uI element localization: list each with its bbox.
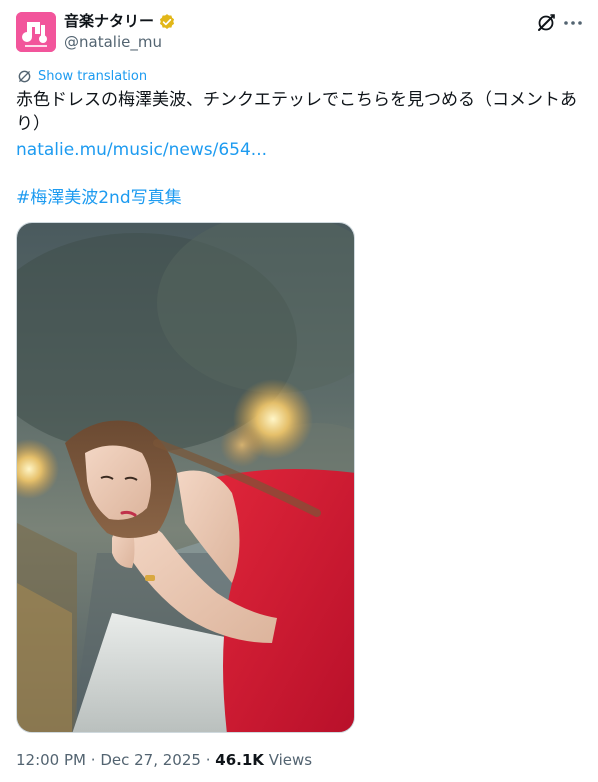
- more-options-icon[interactable]: [562, 12, 584, 34]
- hashtag-link[interactable]: #梅澤美波2nd写真集: [16, 186, 182, 210]
- tweet-link[interactable]: natalie.mu/music/news/654...: [16, 138, 267, 162]
- views-label: Views: [268, 751, 313, 769]
- avatar[interactable]: [16, 12, 56, 52]
- tweet-time[interactable]: 12:00 PM: [16, 751, 86, 769]
- photo-image: [17, 223, 354, 732]
- verified-badge-icon: [158, 13, 176, 31]
- display-name[interactable]: 音楽ナタリー: [64, 12, 154, 31]
- tweet-text: 赤色ドレスの梅澤美波、チンクエテッレでこちらを見つめる（コメントあり）: [16, 90, 577, 134]
- natalie-logo-icon: [16, 12, 56, 52]
- tweet-card: 音楽ナタリー @natalie_mu Show translation 赤色ドレ…: [0, 0, 598, 782]
- meta-separator-1: ·: [90, 751, 96, 769]
- translate-icon: [18, 70, 31, 83]
- grok-icon[interactable]: [535, 12, 557, 34]
- show-translation-label: Show translation: [38, 69, 148, 84]
- tweet-meta: 12:00 PM · Dec 27, 2025 · 46.1K Views: [16, 750, 312, 770]
- user-handle[interactable]: @natalie_mu: [64, 33, 162, 52]
- show-translation-button[interactable]: Show translation: [17, 69, 147, 84]
- tweet-date[interactable]: Dec 27, 2025: [100, 751, 201, 769]
- name-row: 音楽ナタリー: [64, 12, 176, 31]
- views-count: 46.1K: [215, 751, 264, 769]
- meta-separator-2: ·: [205, 751, 211, 769]
- tweet-photo[interactable]: [16, 222, 355, 733]
